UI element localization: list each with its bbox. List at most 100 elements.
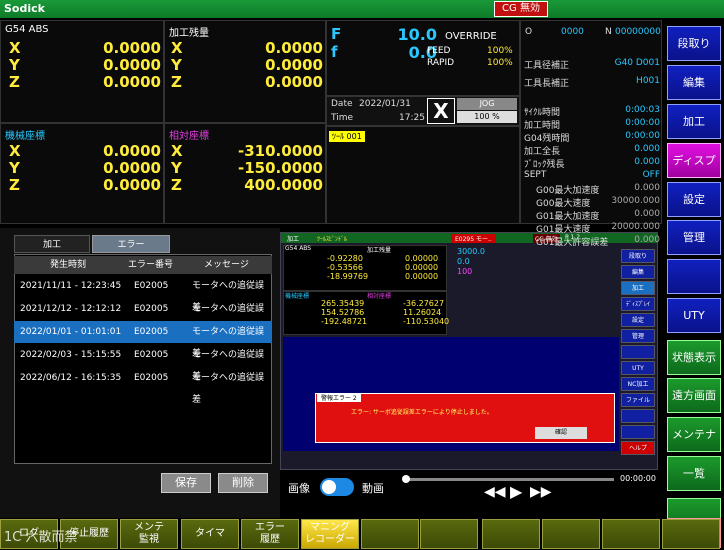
- mini-side-item: 段取り: [621, 249, 655, 263]
- bottom-menu-blank-7[interactable]: [420, 519, 478, 549]
- relative-title: 相対座標: [169, 131, 209, 142]
- bottom-menu-マニングレコーダー[interactable]: マニング レコーダー: [301, 519, 359, 549]
- image-video-toggle[interactable]: [320, 478, 354, 496]
- mini-s: 100: [457, 267, 473, 276]
- side-menu-加工[interactable]: 加工: [667, 104, 721, 139]
- tab-error[interactable]: エラー: [92, 235, 170, 253]
- mini-side-item: NC加工: [621, 377, 655, 391]
- play-icon[interactable]: ▶: [510, 482, 522, 501]
- remain-panel: 加工残量 X 0.0000 Y 0.0000 Z 0.0000: [164, 20, 326, 123]
- delete-button[interactable]: 削除: [218, 473, 268, 493]
- axis-label: Z: [9, 176, 20, 194]
- mini-dialog-ok: 確認: [535, 427, 587, 439]
- tab-machining[interactable]: 加工: [14, 235, 90, 253]
- remain-title: 加工残量: [169, 28, 209, 39]
- mini-rel-x: -36.27627: [403, 299, 445, 308]
- info-label: 工具径補正: [524, 61, 570, 71]
- info-value: G40 D001: [614, 58, 660, 68]
- mini-abs-title: G54 ABS: [285, 245, 312, 252]
- side-menu-遠方画面[interactable]: 遠方画面: [667, 378, 721, 413]
- f-value: 10.0: [397, 25, 437, 44]
- side-menu-一覧[interactable]: 一覧: [667, 456, 721, 491]
- jog-label: JOG: [457, 98, 517, 110]
- axis-label: X: [171, 39, 183, 57]
- feed-panel: F 10.0 f 0.0 OVERRIDE FEED 100% RAPID 10…: [326, 20, 520, 96]
- tool-panel: ﾂｰﾙ 001: [326, 126, 520, 224]
- info-value: 30000.000: [611, 196, 660, 206]
- override-label: OVERRIDE: [445, 31, 497, 42]
- bottom-menu-blank-8[interactable]: [482, 519, 540, 549]
- feed-pct: 100%: [487, 46, 513, 56]
- side-menu-状態表示[interactable]: 状態表示: [667, 340, 721, 375]
- col-message: メッセージ: [204, 260, 249, 270]
- relative-coord-panel: 相対座標 X -310.0000 Y -150.0000 Z 400.0000: [164, 123, 326, 224]
- info-value: 0:00:03: [625, 105, 660, 115]
- axis-label: X: [171, 142, 183, 160]
- side-menu-ディスプレイ[interactable]: ディスプレイ: [667, 143, 721, 200]
- seek-handle[interactable]: [402, 475, 410, 483]
- side-menu-管理[interactable]: 管理: [667, 220, 721, 255]
- abs-position-panel: G54 ABS X 0.0000 Y 0.0000 Z 0.0000: [0, 20, 164, 123]
- error-time: 2022/06/12 - 16:15:35: [20, 373, 122, 383]
- bottom-menu-blank-9[interactable]: [542, 519, 600, 549]
- o-label: O: [525, 27, 533, 37]
- rapid-pct: 100%: [487, 58, 513, 68]
- axis-label: Y: [171, 159, 182, 177]
- axis-label: Z: [9, 73, 20, 91]
- mini-abs-z: -18.99769: [327, 272, 369, 281]
- error-row[interactable]: 2022/01/01 - 01:01:01 E02005 モータへの追従誤差: [14, 321, 272, 359]
- axis-label: Y: [171, 56, 182, 74]
- side-menu-段取り[interactable]: 段取り: [667, 26, 721, 61]
- seek-bar[interactable]: [404, 478, 614, 481]
- mini-abs-x: -0.92280: [327, 254, 363, 263]
- bottom-menu-blank-10[interactable]: [602, 519, 660, 549]
- axis-select-box[interactable]: X: [427, 98, 455, 124]
- info-label: 加工全長: [524, 147, 561, 157]
- error-time: 2021/11/11 - 12:23:45: [20, 281, 122, 291]
- fast-forward-icon[interactable]: ▶▶: [530, 484, 552, 500]
- brand-logo: Sodick: [4, 2, 45, 15]
- rewind-icon[interactable]: ◀◀: [484, 484, 506, 500]
- cg-status-badge[interactable]: CG 無効: [494, 1, 548, 17]
- axis-label: Z: [171, 176, 182, 194]
- mini-tab-tool: ﾂｰﾙｽﾋﾟﾝﾄﾞﾙ: [317, 236, 348, 243]
- info-value: 0:00:00: [625, 131, 660, 141]
- info-value: 0.000: [634, 144, 660, 154]
- mini-sf: 0.0: [457, 257, 470, 266]
- error-row[interactable]: 2022/06/12 - 16:15:35 E02005 モータへの追従誤差: [14, 367, 272, 405]
- mini-remain-x: 0.00000: [405, 254, 439, 263]
- axis-value: 0.0000: [103, 56, 161, 74]
- side-menu-blank-6[interactable]: [667, 259, 721, 294]
- bottom-menu-タイマ[interactable]: タイマ: [181, 519, 239, 549]
- date-value: 2022/01/31: [359, 99, 411, 109]
- info-value: 0.000: [634, 183, 660, 193]
- bottom-menu-blank-11[interactable]: [662, 519, 720, 549]
- mini-mach-title: 機械座標: [285, 293, 310, 300]
- info-label: ｻｲｸﾙ時間: [524, 108, 561, 118]
- toggle-knob: [322, 480, 336, 494]
- mini-remain-z: 0.00000: [405, 272, 439, 281]
- mini-side-item: UTY: [621, 361, 655, 375]
- mini-rel-y: 11.26024: [403, 308, 442, 317]
- bottom-menu-エラー履歴[interactable]: エラー 履歴: [241, 519, 299, 549]
- error-row[interactable]: 2021/12/12 - 12:12:12E02005モータへの追従誤差: [14, 298, 272, 336]
- error-code: E02005: [134, 304, 169, 314]
- video-controls: 画像 動画 00:00:00 ◀◀ ▶ ▶▶: [280, 470, 658, 516]
- mini-mach-z: -192.48721: [321, 317, 368, 326]
- side-menu-メンテナンス[interactable]: メンテナンス: [667, 417, 721, 474]
- info-value: 0.000: [634, 235, 660, 245]
- error-row[interactable]: 2022/02/03 - 15:15:55 E02005 モータへの追従誤差: [14, 344, 272, 382]
- side-menu-設定[interactable]: 設定: [667, 182, 721, 217]
- error-row[interactable]: 2021/11/11 - 12:23:45 E02005 モータへの追従誤差: [14, 275, 272, 313]
- side-menu-編集[interactable]: 編集: [667, 65, 721, 100]
- mini-rel-z: -110.53040: [403, 317, 450, 326]
- axis-label: Y: [9, 159, 20, 177]
- axis-value: 0.0000: [103, 159, 161, 177]
- bottom-menu-メンテ監視[interactable]: メンテ 監視: [120, 519, 178, 549]
- mini-remain-title: 加工残量: [367, 247, 392, 254]
- bottom-menu-blank-6[interactable]: [361, 519, 419, 549]
- mini-dialog-message: エラー: サーボ追従誤差エラーにより停止しました。: [351, 409, 493, 416]
- save-button[interactable]: 保存: [161, 473, 211, 493]
- side-menu-UTY[interactable]: UTY: [667, 298, 721, 333]
- mini-rel-title: 相対座標: [367, 293, 392, 300]
